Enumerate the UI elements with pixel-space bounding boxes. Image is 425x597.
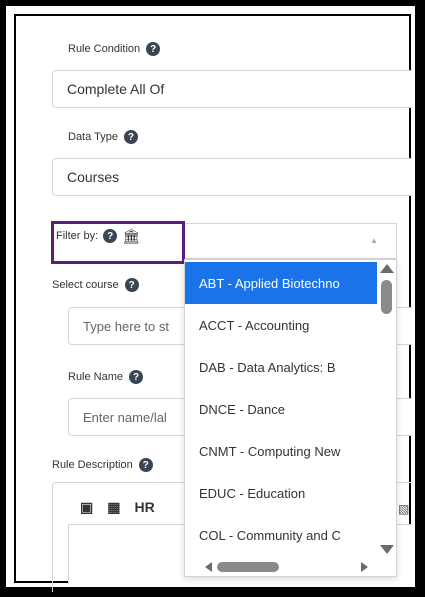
- data-type-label: Data Type ?: [68, 130, 138, 144]
- table-icon[interactable]: ▦: [107, 499, 120, 516]
- rule-name-label: Rule Name ?: [68, 370, 144, 384]
- horizontal-scroll-thumb[interactable]: [217, 562, 279, 572]
- dropdown-option[interactable]: ABT - Applied Biotechno: [185, 262, 379, 304]
- data-type-value: Courses: [67, 169, 120, 185]
- help-icon[interactable]: ?: [129, 370, 144, 384]
- help-icon[interactable]: ?: [124, 278, 139, 292]
- data-type-select[interactable]: Courses: [52, 158, 412, 196]
- option-label: CNMT - Computing New: [199, 443, 341, 459]
- scroll-down-arrow-icon[interactable]: [380, 545, 394, 554]
- rule-condition-select[interactable]: Complete All Of: [52, 70, 412, 108]
- vertical-scrollbar[interactable]: [377, 260, 396, 560]
- scroll-right-arrow-icon[interactable]: [361, 562, 368, 572]
- rule-condition-label: Rule Condition ?: [68, 42, 161, 56]
- scroll-left-arrow-icon[interactable]: [205, 562, 212, 572]
- rule-description-label-text: Rule Description: [52, 459, 133, 471]
- help-icon[interactable]: ?: [146, 42, 161, 56]
- filter-by-label: Filter by: ? 🏛: [56, 229, 140, 243]
- dropdown-option[interactable]: CNMT - Computing New: [185, 430, 379, 472]
- data-type-label-text: Data Type: [68, 131, 118, 143]
- dropdown-option[interactable]: COL - Community and C: [185, 514, 379, 556]
- option-label: DAB - Data Analytics: B: [199, 359, 336, 375]
- select-course-label: Select course ?: [52, 278, 139, 292]
- filter-by-label-text: Filter by:: [56, 230, 99, 242]
- option-label: ACCT - Accounting: [199, 317, 310, 333]
- rule-name-placeholder: Enter name/lal: [83, 409, 167, 425]
- image-icon[interactable]: ▣: [80, 499, 93, 516]
- select-course-placeholder: Type here to st: [83, 318, 169, 334]
- option-label: DNCE - Dance: [199, 401, 285, 417]
- course-dropdown-list: ABT - Applied Biotechno ACCT - Accountin…: [184, 259, 397, 577]
- rule-description-label: Rule Description ?: [52, 458, 153, 472]
- option-label: COL - Community and C: [199, 527, 341, 543]
- option-label: ABT - Applied Biotechno: [199, 275, 340, 291]
- dropdown-option[interactable]: DAB - Data Analytics: B: [185, 346, 379, 388]
- vertical-scroll-thumb[interactable]: [381, 280, 392, 314]
- help-icon[interactable]: ?: [103, 229, 118, 243]
- select-course-label-text: Select course: [52, 279, 119, 291]
- dropdown-option[interactable]: DNCE - Dance: [185, 388, 379, 430]
- filter-by-select[interactable]: ▲: [185, 223, 397, 259]
- rule-condition-value: Complete All Of: [67, 81, 165, 97]
- dropdown-option[interactable]: EDUC - Education: [185, 472, 379, 514]
- institution-icon[interactable]: 🏛: [122, 229, 140, 243]
- help-icon[interactable]: ?: [123, 130, 138, 144]
- dropdown-option[interactable]: ACCT - Accounting: [185, 304, 379, 346]
- help-icon[interactable]: ?: [138, 458, 153, 472]
- caret-up-icon: ▲: [370, 236, 378, 245]
- scroll-up-arrow-icon[interactable]: [380, 264, 394, 273]
- horizontal-scrollbar[interactable]: [185, 558, 379, 576]
- horizontal-rule-button[interactable]: HR: [134, 499, 154, 515]
- rule-name-label-text: Rule Name: [68, 371, 124, 383]
- option-label: EDUC - Education: [199, 485, 306, 501]
- rule-condition-label-text: Rule Condition: [68, 43, 141, 55]
- toolbar-more-icon[interactable]: ▧: [398, 502, 409, 516]
